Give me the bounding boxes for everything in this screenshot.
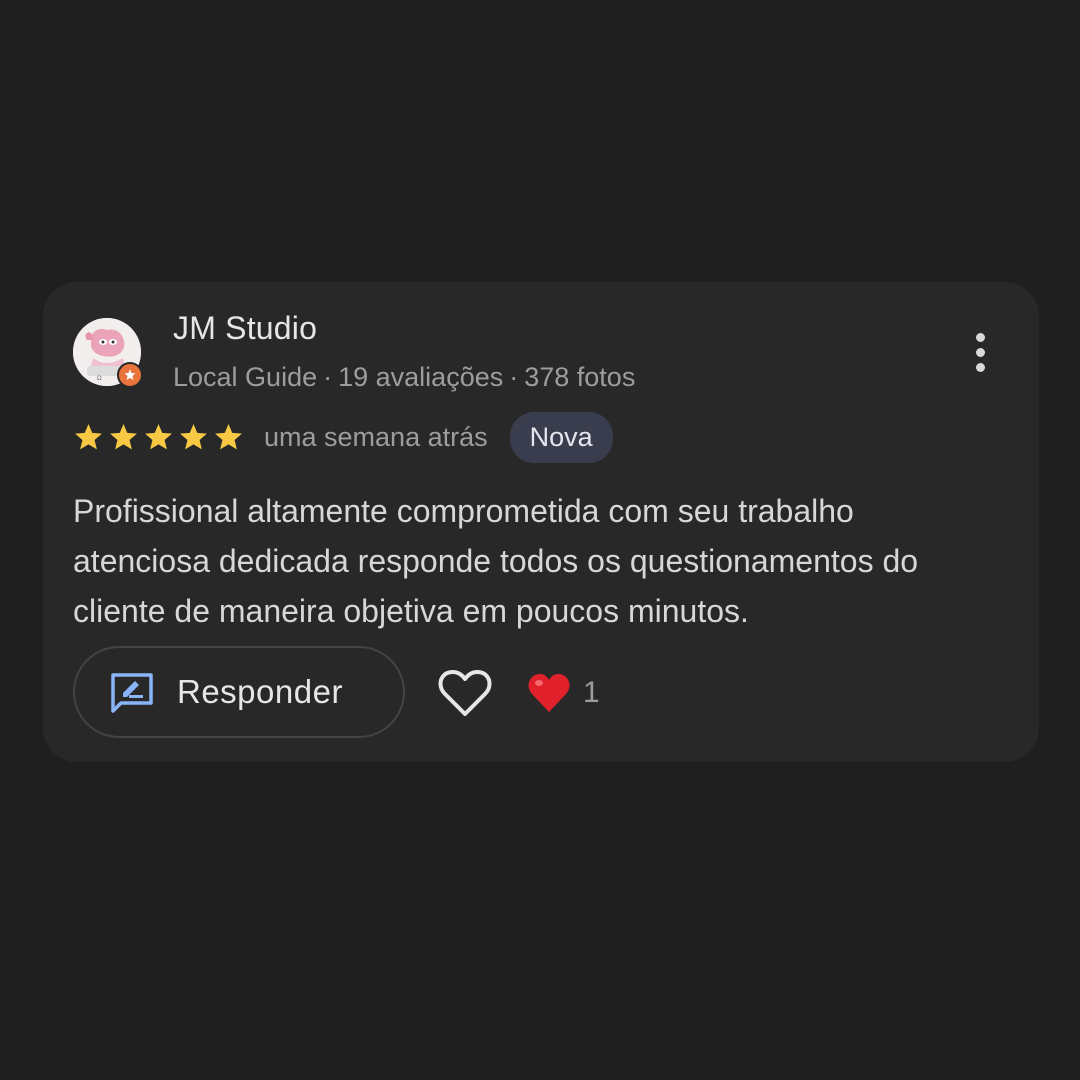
review-time: uma semana atrás [264, 421, 488, 452]
more-vert-icon-dot [975, 362, 985, 372]
new-badge: Nova [509, 411, 613, 463]
review-card: Ω JM Studio Local Guide · 19 avaliações · 37… [43, 282, 1039, 762]
reaction-count: 1 [583, 676, 600, 709]
page: Ω JM Studio Local Guide · 19 avaliações · 37… [0, 0, 1080, 1080]
local-guide-label: Local Guide [173, 362, 318, 392]
meta-separator: · [509, 362, 519, 392]
photo-count: 378 fotos [524, 362, 636, 392]
heart-outline-icon[interactable] [437, 668, 493, 718]
reply-label: Responder [177, 673, 343, 710]
local-guide-badge-icon [117, 362, 143, 388]
rating-row: uma semana atrás Nova [73, 411, 613, 463]
reaction[interactable]: 1 [527, 668, 600, 718]
star-icon [145, 423, 172, 449]
star-rating [73, 422, 244, 453]
meta-separator: · [323, 362, 333, 392]
star-icon [215, 423, 242, 449]
review-count: 19 avaliações [338, 362, 504, 392]
reply-button[interactable]: Responder [73, 646, 405, 738]
red-heart-icon [528, 674, 570, 712]
avatar[interactable]: Ω [73, 318, 143, 388]
star-icon [180, 423, 207, 449]
more-options-button[interactable] [963, 326, 997, 378]
reviewer-name[interactable]: JM Studio [173, 310, 317, 347]
star-icon [110, 423, 137, 449]
star-icon [75, 423, 102, 449]
review-text: Profissional altamente comprometida com … [73, 493, 919, 629]
more-vert-icon [975, 332, 985, 342]
more-vert-icon-dot [975, 347, 985, 357]
reply-icon [111, 673, 153, 713]
reviewer-meta: Local Guide · 19 avaliações · 378 fotos [173, 362, 635, 393]
svg-text:Ω: Ω [97, 375, 102, 382]
